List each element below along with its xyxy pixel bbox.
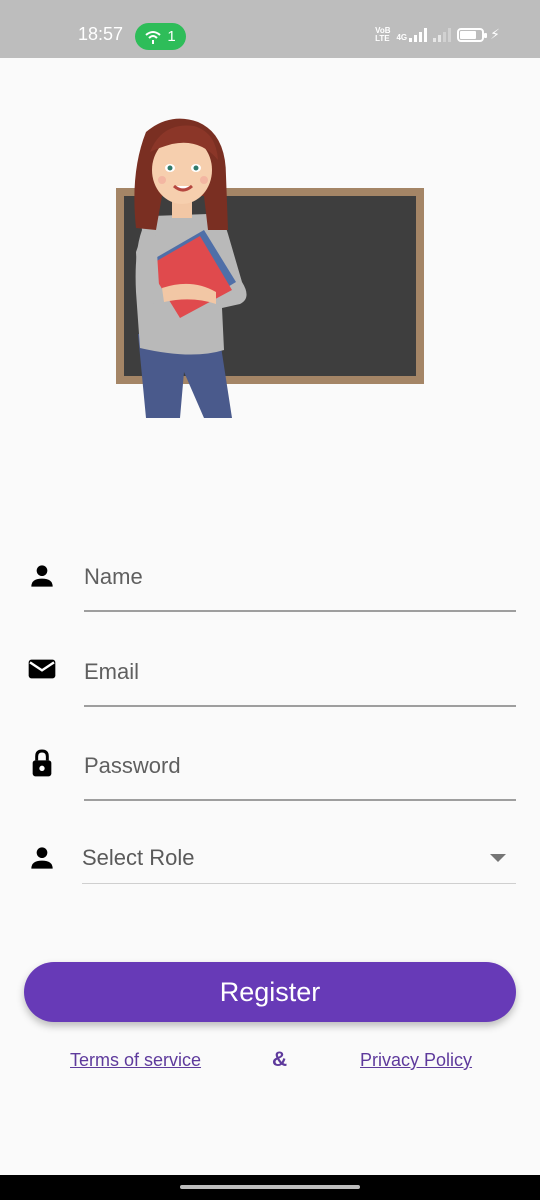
- status-time: 18:57: [78, 24, 124, 44]
- charging-icon: ⚡: [490, 26, 500, 42]
- privacy-policy-link[interactable]: Privacy Policy: [360, 1050, 472, 1071]
- mail-icon: [28, 659, 56, 679]
- system-nav-bar: [0, 1175, 540, 1200]
- lock-icon: [32, 749, 52, 777]
- name-field-row: [0, 542, 540, 612]
- hotspot-count: 1: [167, 28, 176, 45]
- ampersand-separator: &: [272, 1048, 288, 1071]
- role-dropdown-value: Select Role: [82, 844, 195, 870]
- person-icon: [31, 847, 53, 869]
- register-button[interactable]: Register: [24, 962, 516, 1022]
- password-input[interactable]: [84, 731, 516, 801]
- hotspot-icon: [145, 30, 161, 44]
- battery-icon: [457, 27, 488, 42]
- role-dropdown[interactable]: Select Role: [82, 832, 516, 884]
- hotspot-indicator[interactable]: 1: [135, 23, 186, 50]
- status-bar: 18:57 1 VoB LTE 4G ⚡: [0, 0, 540, 58]
- home-handle[interactable]: [180, 1185, 360, 1189]
- caret-down-icon: [490, 853, 506, 862]
- person-icon: [31, 565, 53, 587]
- network-type: 4G: [396, 32, 408, 42]
- password-field-row: [0, 731, 540, 801]
- teacher-illustration: [116, 118, 424, 418]
- terms-of-service-link[interactable]: Terms of service: [70, 1050, 201, 1071]
- email-input[interactable]: [84, 637, 516, 707]
- email-field-row: [0, 637, 540, 707]
- network-label: VoB LTE: [375, 25, 391, 43]
- signal-2-icon: [433, 27, 452, 42]
- name-input[interactable]: [84, 542, 516, 612]
- signal-1-icon: 4G: [396, 27, 428, 42]
- status-icons: VoB LTE 4G ⚡: [375, 26, 500, 43]
